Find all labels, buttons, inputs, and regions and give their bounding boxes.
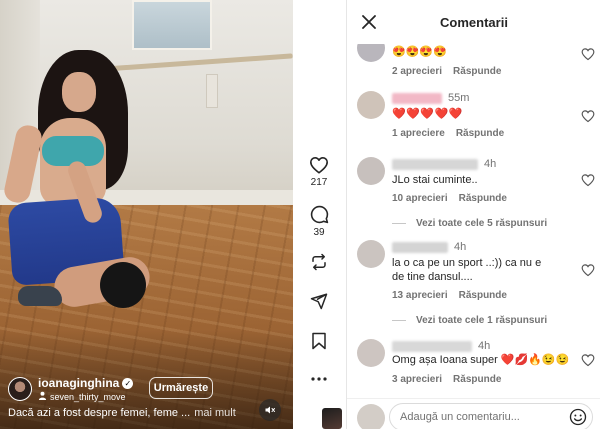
comment-header: 4h xyxy=(392,157,496,171)
view-replies-link[interactable]: Vezi toate cele 5 răspunsuri xyxy=(392,218,547,229)
dancer-knee-pad xyxy=(100,262,146,308)
heart-icon[interactable] xyxy=(581,47,595,61)
video-player[interactable]: ioanaginghina ✓ seven_thirty_move Urmăre… xyxy=(0,0,293,429)
comment-text: JLo stai cuminte.. xyxy=(392,174,478,186)
comment-time: 4h xyxy=(478,340,491,352)
comment-text: ❤️❤️❤️❤️❤️ xyxy=(392,108,463,120)
comment-input[interactable] xyxy=(389,403,593,429)
audio-thumbnail[interactable] xyxy=(322,408,342,429)
comment-meta: 3 aprecieri Răspunde xyxy=(392,374,501,385)
more-action[interactable] xyxy=(293,376,345,382)
reply-button[interactable]: Răspunde xyxy=(456,128,504,139)
comment-icon[interactable] xyxy=(310,205,329,224)
barre-bracket xyxy=(206,74,218,108)
remix-action[interactable] xyxy=(293,253,345,271)
author-line: ioanaginghina ✓ xyxy=(38,376,134,390)
mute-icon xyxy=(265,406,275,414)
author-info: ioanaginghina ✓ seven_thirty_move xyxy=(38,376,134,402)
commenter-username-blurred[interactable] xyxy=(392,158,478,170)
reply-button[interactable]: Răspunde xyxy=(459,193,507,204)
comment-meta: 2 aprecieri Răspunde xyxy=(392,66,501,77)
caption-text: Dacă azi a fost despre femei, feme ... xyxy=(8,407,191,419)
save-action[interactable] xyxy=(293,332,345,350)
view-replies-label[interactable]: Vezi toate cele 5 răspunsuri xyxy=(416,218,547,229)
comment-action[interactable]: 39 xyxy=(293,205,345,238)
wall-poster xyxy=(132,0,212,50)
commenter-avatar[interactable] xyxy=(357,240,385,268)
reply-button[interactable]: Răspunde xyxy=(453,374,501,385)
comment-item: 4h la o ca pe un sport ..:)) ca nu e de … xyxy=(347,240,600,304)
heart-icon[interactable] xyxy=(581,353,595,367)
comment-likes[interactable]: 2 aprecieri xyxy=(392,66,442,77)
heart-icon[interactable] xyxy=(309,156,329,174)
comment-text: la o ca pe un sport ..:)) ca nu e de tin… xyxy=(392,257,542,283)
commenter-avatar[interactable] xyxy=(357,339,385,367)
share-icon[interactable] xyxy=(310,253,328,271)
author-avatar[interactable] xyxy=(8,377,32,401)
mute-button[interactable] xyxy=(259,399,281,421)
comment-header: 4h xyxy=(392,240,466,254)
comment-time: 55m xyxy=(448,92,470,104)
comment-composer xyxy=(347,398,600,429)
action-rail: 217 39 xyxy=(293,0,345,429)
send-icon[interactable] xyxy=(310,292,328,310)
follow-button[interactable]: Urmărește xyxy=(149,377,213,399)
comment-item: 4h JLo stai cuminte.. 10 aprecieri Răspu… xyxy=(347,157,600,217)
comment-time: 4h xyxy=(454,241,467,253)
reply-button[interactable]: Răspunde xyxy=(453,66,501,77)
video-author[interactable]: ioanaginghina ✓ seven_thirty_move xyxy=(8,376,134,402)
commenter-username-blurred[interactable] xyxy=(392,92,442,104)
comment-meta: 10 aprecieri Răspunde xyxy=(392,193,507,204)
panel-title: Comentarii xyxy=(440,14,508,30)
send-action[interactable] xyxy=(293,292,345,310)
heart-icon[interactable] xyxy=(581,263,595,277)
person-icon xyxy=(38,391,47,402)
comment-meta: 13 aprecieri Răspunde xyxy=(392,290,507,301)
audio-line[interactable]: seven_thirty_move xyxy=(38,391,133,402)
reply-button[interactable]: Răspunde xyxy=(459,290,507,301)
audio-name: seven_thirty_move xyxy=(50,391,126,402)
comment-header: 55m xyxy=(392,91,469,105)
view-replies-label[interactable]: Vezi toate cele 1 răspunsuri xyxy=(416,315,547,326)
commenter-avatar[interactable] xyxy=(357,91,385,119)
comment-text: Omg așa Ioana super ❤️💋🔥😉😉 xyxy=(392,354,570,366)
commenter-username-blurred[interactable] xyxy=(392,241,448,253)
bookmark-icon[interactable] xyxy=(311,332,327,350)
author-username[interactable]: ioanaginghina xyxy=(38,376,119,390)
caption-more-link[interactable]: mai mult xyxy=(194,407,236,419)
dancer-shoe xyxy=(18,286,62,306)
replies-divider xyxy=(392,223,406,224)
comment-likes[interactable]: 13 aprecieri xyxy=(392,290,448,301)
comment-item: 55m ❤️❤️❤️❤️❤️ 1 apreciere Răspunde xyxy=(347,91,600,151)
verified-icon: ✓ xyxy=(122,377,134,389)
view-replies-link[interactable]: Vezi toate cele 1 răspunsuri xyxy=(392,315,547,326)
comment-likes[interactable]: 10 aprecieri xyxy=(392,193,448,204)
heart-icon[interactable] xyxy=(581,173,595,187)
comment-likes[interactable]: 1 apreciere xyxy=(392,128,445,139)
comment-time: 4h xyxy=(484,158,497,170)
close-icon[interactable] xyxy=(362,15,376,29)
current-user-avatar xyxy=(357,404,385,429)
heart-icon[interactable] xyxy=(581,109,595,123)
like-action[interactable]: 217 xyxy=(293,156,345,188)
commenter-avatar[interactable] xyxy=(357,157,385,185)
comment-item: 4h Omg așa Ioana super ❤️💋🔥😉😉 3 aprecier… xyxy=(347,339,600,399)
comment-likes[interactable]: 3 aprecieri xyxy=(392,374,442,385)
dancer-face xyxy=(62,72,96,112)
comment-count: 39 xyxy=(313,227,325,238)
comment-meta: 1 apreciere Răspunde xyxy=(392,128,504,139)
comment-text: 😍😍😍😍 xyxy=(392,46,447,58)
more-icon[interactable] xyxy=(311,376,327,382)
comments-header: Comentarii xyxy=(347,0,600,44)
comment-header: 4h xyxy=(392,339,490,353)
like-count: 217 xyxy=(310,177,328,188)
comments-panel: 😍😍😍😍 2 aprecieri Răspunde 55m ❤️❤️❤️❤️❤️… xyxy=(346,0,600,429)
replies-divider xyxy=(392,320,406,321)
video-caption: Dacă azi a fost despre femei, feme ... ma… xyxy=(8,407,248,419)
commenter-username-blurred[interactable] xyxy=(392,340,472,352)
emoji-icon[interactable] xyxy=(569,408,587,426)
